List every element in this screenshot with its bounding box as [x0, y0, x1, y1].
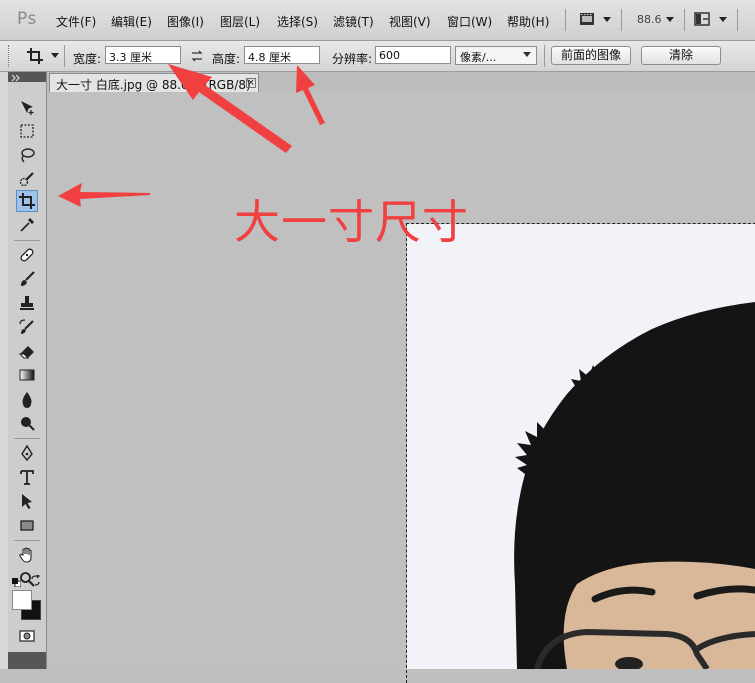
- film-strip-icon[interactable]: [579, 11, 595, 27]
- menu-help[interactable]: 帮助(H): [507, 13, 549, 30]
- lasso-icon[interactable]: [16, 144, 38, 166]
- tool-options-bar: 宽度: 3.3 厘米 高度: 4.8 厘米 分辨率: 600 像素/... 前面…: [0, 41, 755, 72]
- annotation-text: 大一寸尺寸: [234, 195, 469, 249]
- options-separator: [544, 45, 545, 67]
- tools-separator: [14, 540, 40, 541]
- menu-edit[interactable]: 编辑(E): [111, 13, 152, 30]
- menu-bar: Ps 文件(F) 编辑(E) 图像(I) 图层(L) 选择(S) 滤镜(T) 视…: [0, 0, 755, 41]
- history-brush-icon[interactable]: [16, 316, 38, 338]
- swap-colors-icon[interactable]: [30, 574, 41, 586]
- resolution-unit-select[interactable]: 像素/...: [455, 46, 537, 65]
- menu-file[interactable]: 文件(F): [56, 13, 96, 30]
- chevron-down-icon[interactable]: [666, 17, 674, 22]
- brush-icon[interactable]: [16, 268, 38, 290]
- clear-button[interactable]: 清除: [641, 46, 721, 65]
- left-panel-strip: [0, 72, 8, 669]
- menu-separator: [565, 9, 566, 31]
- zoom-level[interactable]: 88.6: [637, 13, 662, 26]
- menu-separator: [684, 9, 685, 31]
- menu-select[interactable]: 选择(S): [277, 13, 318, 30]
- eraser-icon[interactable]: [16, 340, 38, 362]
- menu-window[interactable]: 窗口(W): [447, 13, 492, 30]
- healing-brush-icon[interactable]: [16, 244, 38, 266]
- chevron-down-icon[interactable]: [51, 53, 59, 58]
- marquee-icon[interactable]: [16, 120, 38, 142]
- menu-filter[interactable]: 滤镜(T): [333, 13, 374, 30]
- app-logo: Ps: [17, 9, 37, 29]
- document-tab-title: 大一寸 白底.jpg @ 88.6% (RGB/8): [56, 78, 251, 92]
- clone-stamp-icon[interactable]: [16, 292, 38, 314]
- chevron-down-icon[interactable]: [603, 17, 611, 22]
- document-tab[interactable]: 大一寸 白底.jpg @ 88.6% (RGB/8) ×: [49, 73, 259, 92]
- gradient-icon[interactable]: [16, 364, 38, 386]
- default-colors-icon[interactable]: [12, 576, 22, 588]
- chevron-down-icon[interactable]: [719, 17, 727, 22]
- tools-separator: [14, 240, 40, 241]
- resolution-label: 分辨率:: [332, 52, 373, 66]
- arrange-documents-icon[interactable]: [694, 11, 710, 27]
- menu-layer[interactable]: 图层(L): [220, 13, 260, 30]
- chevron-down-icon: [523, 52, 531, 57]
- type-icon[interactable]: [16, 466, 38, 488]
- crop-selection-marquee[interactable]: [406, 223, 755, 683]
- move-icon[interactable]: [16, 96, 38, 118]
- tools-separator: [14, 438, 40, 439]
- path-select-icon[interactable]: [16, 490, 38, 512]
- menu-image[interactable]: 图像(I): [167, 13, 204, 30]
- hand-icon[interactable]: [16, 544, 38, 566]
- quick-mask-icon[interactable]: [16, 625, 38, 647]
- width-label: 宽度:: [73, 52, 102, 66]
- tools-panel-footer: [8, 652, 46, 669]
- tools-panel: [8, 72, 47, 669]
- height-label: 高度:: [212, 52, 241, 66]
- resolution-unit-value: 像素/...: [460, 51, 497, 64]
- options-grip[interactable]: [8, 45, 11, 67]
- close-icon[interactable]: ×: [246, 78, 256, 88]
- height-field[interactable]: 4.8 厘米: [244, 46, 320, 64]
- menu-view[interactable]: 视图(V): [389, 13, 431, 30]
- swap-dimensions-icon[interactable]: [190, 49, 204, 63]
- dodge-icon[interactable]: [16, 412, 38, 434]
- menu-separator: [621, 9, 622, 31]
- document-tab-bar: 大一寸 白底.jpg @ 88.6% (RGB/8) ×: [47, 72, 755, 92]
- rectangle-icon[interactable]: [16, 514, 38, 536]
- options-separator: [64, 45, 65, 67]
- crop-tool-active-icon[interactable]: [16, 190, 38, 212]
- foreground-color-swatch[interactable]: [12, 590, 32, 610]
- blur-icon[interactable]: [16, 388, 38, 410]
- resolution-field[interactable]: 600: [375, 46, 451, 64]
- front-image-button[interactable]: 前面的图像: [551, 46, 631, 65]
- eyedropper-icon[interactable]: [16, 214, 38, 236]
- pen-icon[interactable]: [16, 442, 38, 464]
- menu-separator: [737, 9, 738, 31]
- crop-icon[interactable]: [26, 47, 44, 65]
- width-field[interactable]: 3.3 厘米: [105, 46, 181, 64]
- tools-panel-header[interactable]: [8, 72, 46, 82]
- quick-select-icon[interactable]: [16, 168, 38, 190]
